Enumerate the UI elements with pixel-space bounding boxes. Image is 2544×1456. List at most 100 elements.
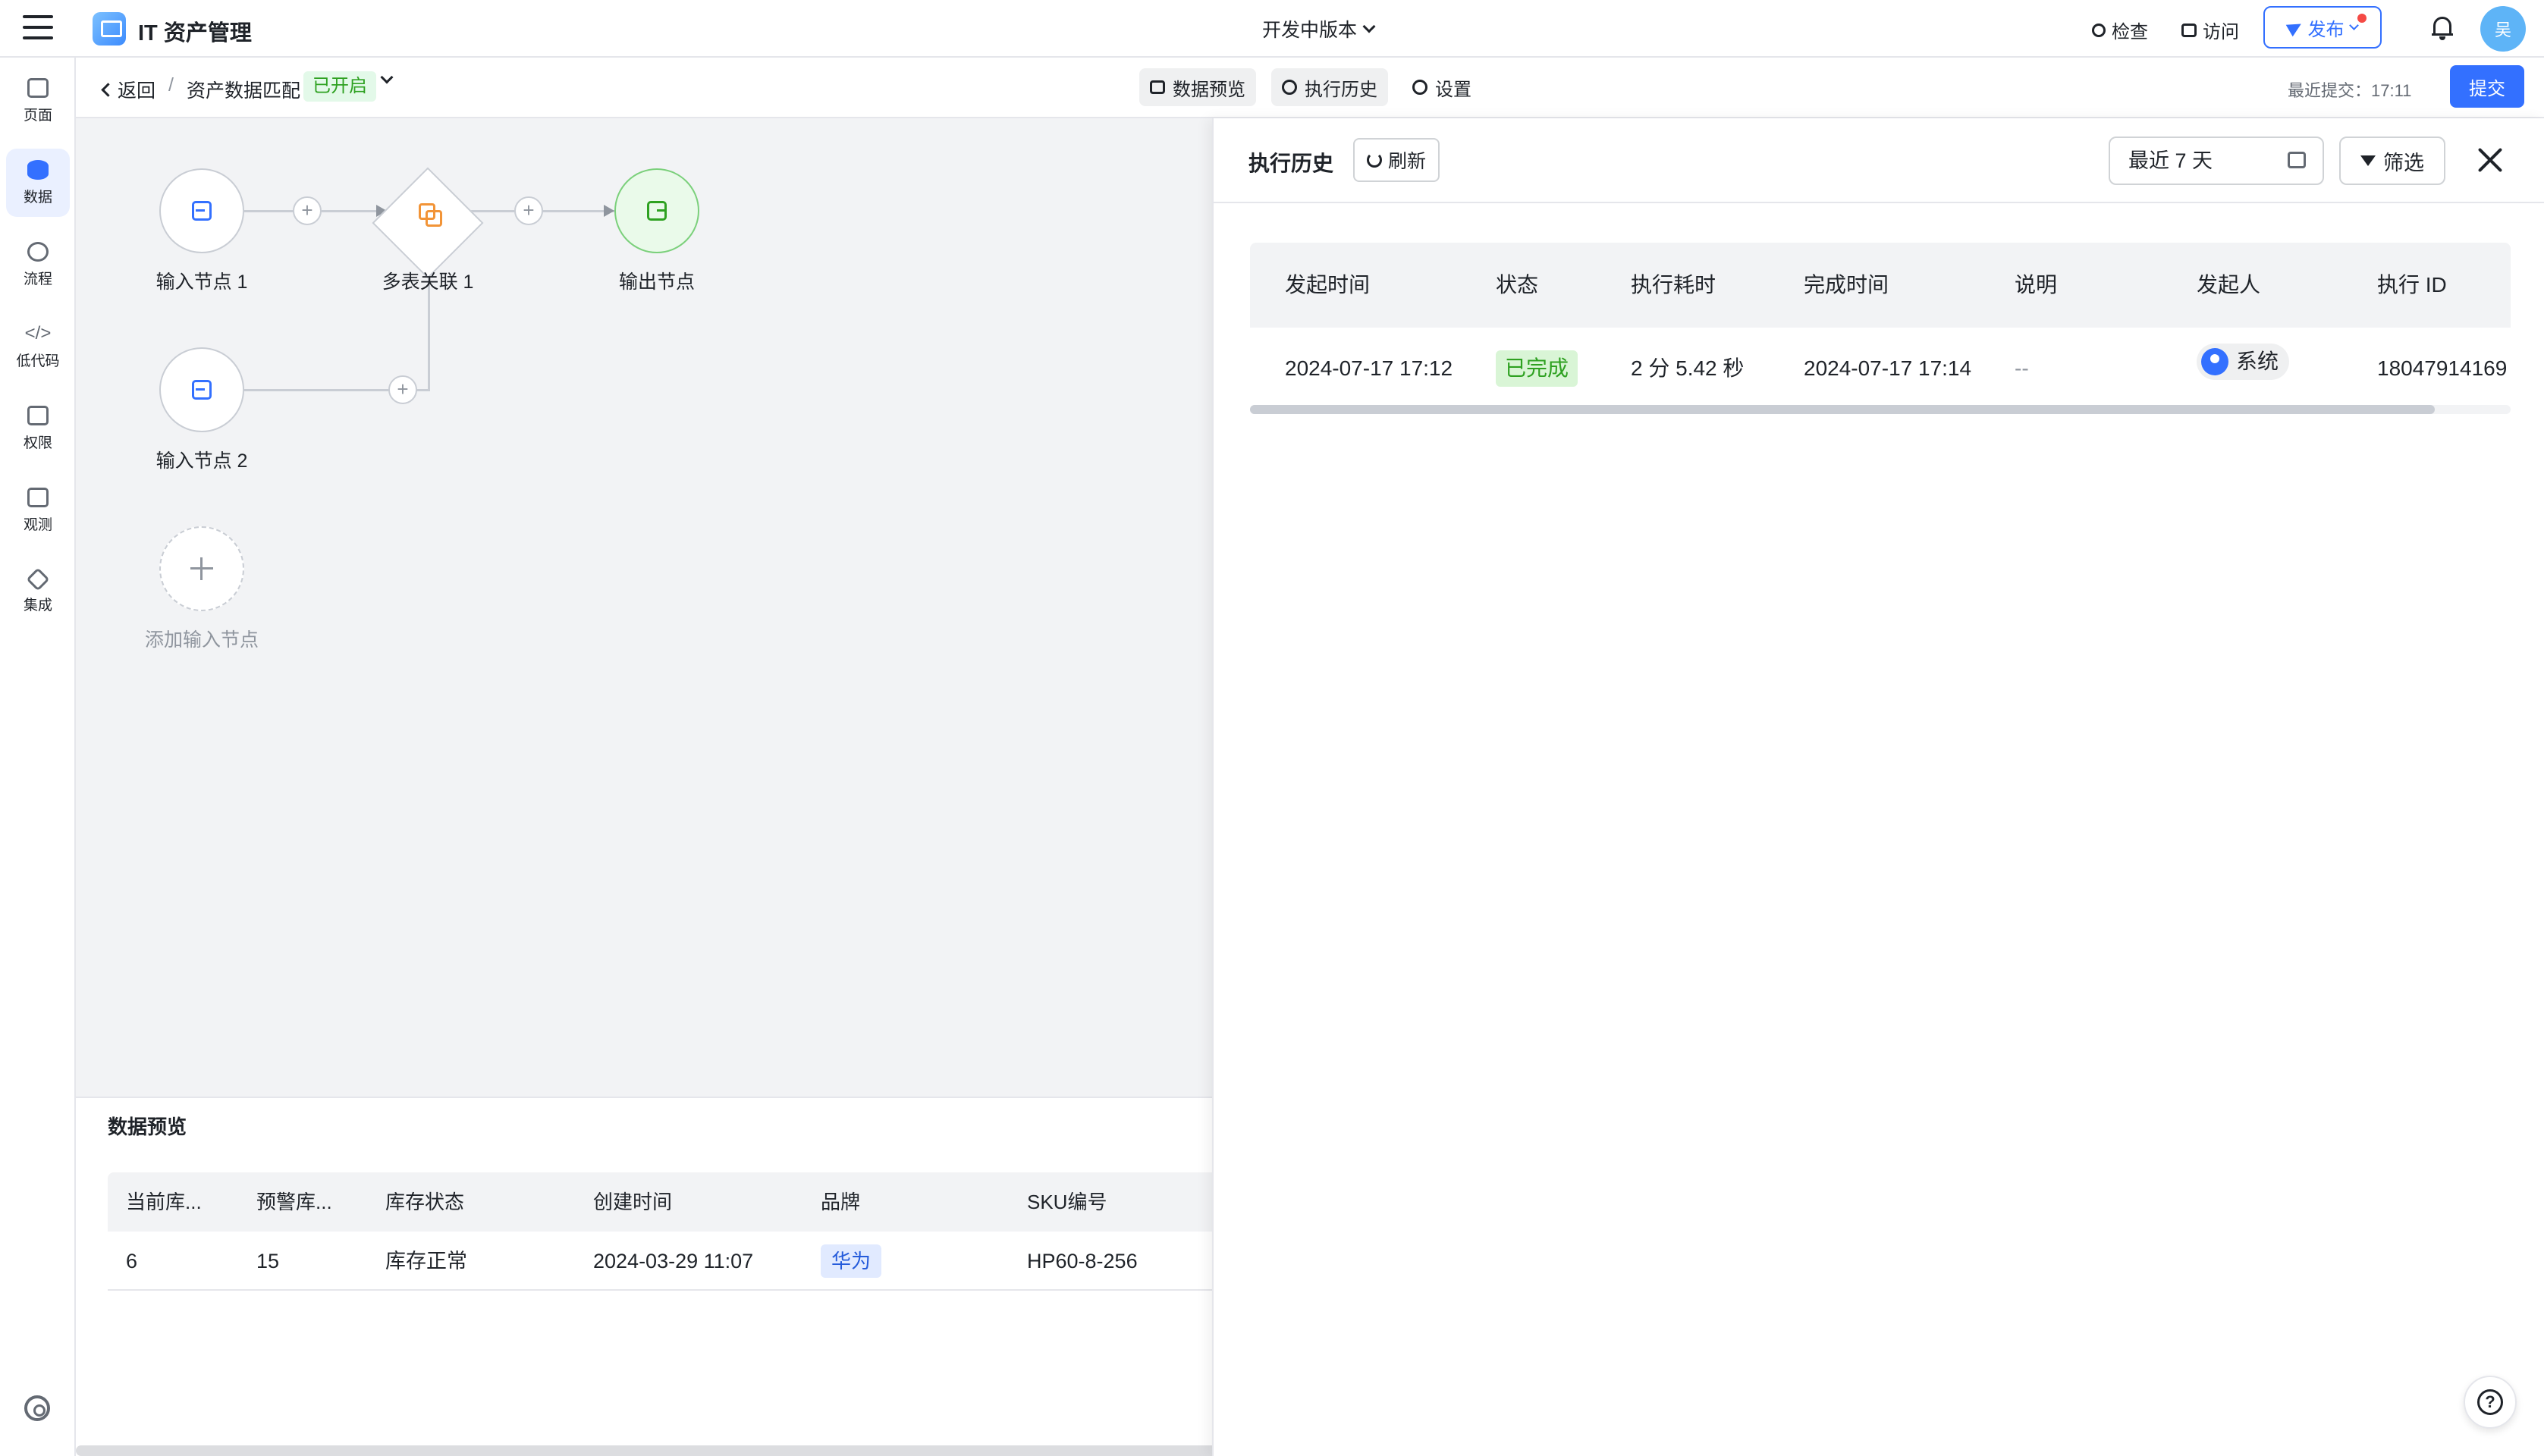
history-scrollbar[interactable] [1250,405,2511,414]
column-header[interactable]: 完成时间 [1804,243,1889,328]
cell-warning-stock: 15 [256,1250,280,1272]
refresh-button[interactable]: 刷新 [1353,138,1440,182]
tab-execution-history[interactable]: 执行历史 [1271,68,1388,106]
column-header[interactable]: 创建时间 [593,1172,672,1232]
cell-note: -- [2015,356,2029,380]
input-node-2[interactable] [159,347,244,432]
gear-icon[interactable] [24,1395,50,1421]
column-header[interactable]: 执行耗时 [1631,243,1716,328]
breadcrumb-separator: / [168,74,174,96]
data-preview-panel: 数据预览 当前库... 预警库... 库存状态 创建时间 品牌 SKU编号 6 … [76,1097,1212,1456]
date-range-picker[interactable]: 最近 7 天 [2109,136,2324,185]
column-header[interactable]: 当前库... [126,1172,202,1232]
table-row[interactable]: 2024-07-17 17:12 已完成 2 分 5.42 秒 2024-07-… [1250,328,2511,410]
scrollbar-thumb[interactable] [1250,405,2435,414]
add-between-button[interactable]: + [388,375,417,404]
cell-current-stock: 6 [126,1250,138,1272]
rail-item-label: 低代码 [16,353,60,369]
rail-item-observe[interactable]: 观测 [6,476,70,544]
breadcrumb: 资产数据匹配 [187,80,301,102]
filter-button[interactable]: 筛选 [2339,136,2445,185]
cell-exec-id: 18047914169 [2377,356,2508,380]
gear-icon [1412,80,1427,95]
output-node-label: 输出节点 [618,271,695,293]
version-label: 开发中版本 [1262,20,1358,41]
tab-settings[interactable]: 设置 [1402,68,1482,106]
cube-icon [26,566,50,592]
send-icon [2285,17,2304,37]
visit-button[interactable]: 访问 [2181,17,2239,43]
rail-item-permissions[interactable]: 权限 [6,394,70,463]
flow-icon [27,241,49,262]
back-button[interactable]: 返回 [101,76,155,103]
stethoscope-icon [2092,23,2106,37]
inspect-button[interactable]: 检查 [2092,17,2148,43]
chevron-left-icon [101,82,115,97]
add-input-node-button[interactable] [159,526,244,611]
initiator-name: 系统 [2236,350,2279,373]
database-icon [27,159,49,180]
input-node-1[interactable] [159,168,244,253]
output-icon [647,201,667,221]
table-header: 发起时间 状态 执行耗时 完成时间 说明 发起人 执行 ID [1250,243,2511,328]
input-node-1-label: 输入节点 1 [155,271,248,293]
rail-item-flow[interactable]: 流程 [6,231,70,299]
history-icon [1282,80,1297,95]
bell-icon[interactable] [2432,15,2453,41]
column-header[interactable]: 库存状态 [385,1172,464,1232]
column-header[interactable]: 发起人 [2197,243,2260,328]
visit-label: 访问 [2203,22,2239,42]
rail-item-label: 观测 [23,516,52,533]
column-header[interactable]: 发起时间 [1285,243,1370,328]
tab-data-preview[interactable]: 数据预览 [1139,68,1256,106]
column-header[interactable]: 状态 [1496,243,1538,328]
input-icon [192,380,212,400]
tab-label: 设置 [1435,79,1471,100]
cell-end-time: 2024-07-17 17:14 [1804,356,1972,380]
rail-item-integration[interactable]: 集成 [6,558,70,626]
rail-item-data[interactable]: 数据 [6,149,70,217]
notification-dot [2357,14,2367,23]
close-icon[interactable] [2476,146,2505,174]
column-header[interactable]: 品牌 [821,1172,860,1232]
plus-icon [190,557,213,580]
rail-item-label: 数据 [23,189,52,206]
add-between-button[interactable]: + [514,196,543,225]
column-header[interactable]: 执行 ID [2377,243,2447,328]
tab-label: 执行历史 [1305,79,1377,100]
page-icon [27,77,49,98]
app-title: IT 资产管理 [138,21,252,46]
initiator-tag: 系统 [2197,344,2290,380]
monitor-icon [27,487,49,507]
chevron-down-icon[interactable] [380,71,394,84]
help-button[interactable]: ? [2464,1376,2517,1429]
sub-header: 返回 / 资产数据匹配 已开启 数据预览 执行历史 设置 最近提交：17:11 … [76,58,2544,118]
submit-button[interactable]: 提交 [2450,65,2524,108]
help-icon: ? [2477,1389,2503,1415]
column-header[interactable]: SKU编号 [1027,1172,1107,1232]
brand-tag: 华为 [821,1244,882,1278]
cell-sku: HP60-8-256 [1027,1250,1138,1272]
date-range-value: 最近 7 天 [2128,149,2213,172]
refresh-icon [1367,152,1382,168]
monitor-icon [2181,23,2197,37]
inspect-label: 检查 [2112,22,2148,42]
table-row[interactable]: 6 15 库存正常 2024-03-29 11:07 华为 HP60-8-256 [108,1232,1212,1291]
flow-canvas[interactable]: + + + 输入节点 1 多表关联 1 输出节点 输入节点 2 添加输入节点 [76,118,1212,1097]
output-node[interactable] [614,168,699,253]
refresh-label: 刷新 [1388,151,1427,172]
column-header[interactable]: 说明 [2015,243,2057,328]
menu-icon[interactable] [23,15,53,42]
preview-scrollbar[interactable] [76,1445,1255,1456]
add-between-button[interactable]: + [293,196,322,225]
version-switcher[interactable]: 开发中版本 [1262,15,1376,42]
avatar[interactable]: 吴 [2480,6,2526,52]
preview-title: 数据预览 [108,1116,187,1138]
rail-item-lowcode[interactable]: </> 低代码 [6,312,70,381]
publish-button[interactable]: 发布 [2263,6,2382,49]
rail-item-pages[interactable]: 页面 [6,67,70,135]
left-rail: 页面 数据 流程 </> 低代码 权限 观测 集成 [0,58,76,1456]
column-header[interactable]: 预警库... [256,1172,332,1232]
input-node-2-label: 输入节点 2 [155,450,248,472]
input-icon [192,201,212,221]
